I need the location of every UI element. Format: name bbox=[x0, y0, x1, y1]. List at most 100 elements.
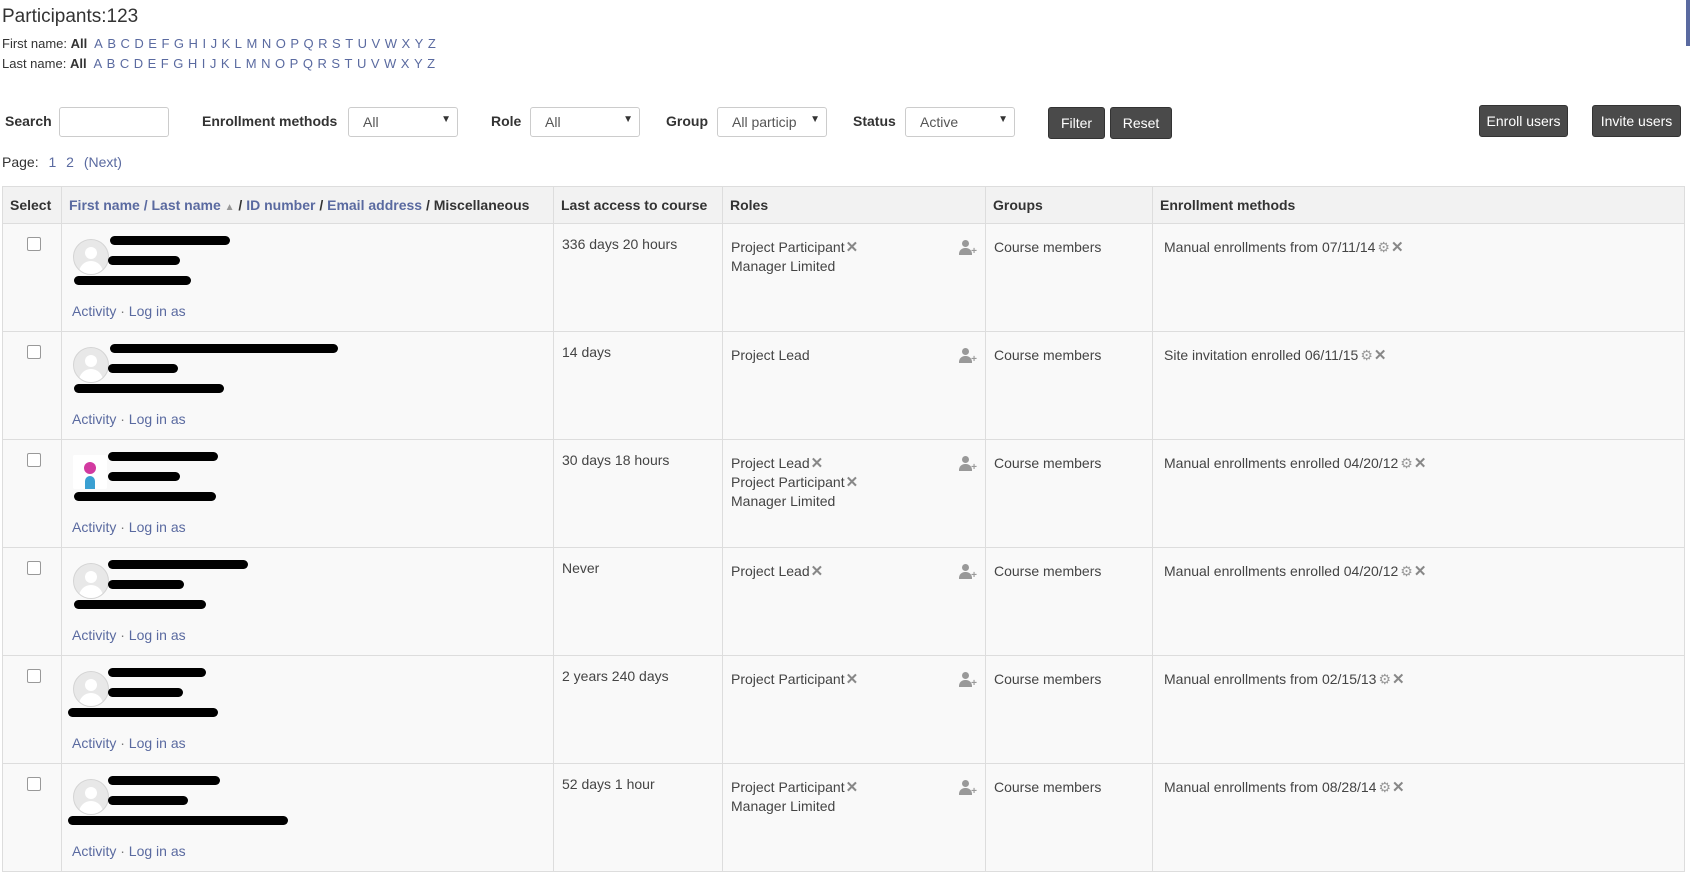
last-name-letter-s[interactable]: S bbox=[331, 56, 340, 71]
first-name-letter-l[interactable]: L bbox=[235, 36, 242, 51]
login-as-link[interactable]: Log in as bbox=[129, 411, 186, 427]
sort-id-number[interactable]: ID number bbox=[246, 197, 315, 213]
status-select[interactable]: Active ▼ bbox=[905, 107, 1015, 137]
filter-button[interactable]: Filter bbox=[1048, 107, 1105, 139]
avatar[interactable] bbox=[73, 347, 109, 383]
first-name-letter-z[interactable]: Z bbox=[428, 36, 436, 51]
assign-role-icon[interactable]: + bbox=[959, 456, 977, 473]
first-name-letter-p[interactable]: P bbox=[290, 36, 299, 51]
first-name-all[interactable]: All bbox=[71, 36, 88, 51]
row-checkbox[interactable] bbox=[27, 777, 41, 791]
assign-role-icon[interactable]: + bbox=[959, 672, 977, 689]
first-name-letter-w[interactable]: W bbox=[385, 36, 397, 51]
last-name-letter-l[interactable]: L bbox=[234, 56, 241, 71]
login-as-link[interactable]: Log in as bbox=[129, 843, 186, 859]
last-name-letter-u[interactable]: U bbox=[357, 56, 366, 71]
login-as-link[interactable]: Log in as bbox=[129, 627, 186, 643]
assign-role-icon[interactable]: + bbox=[959, 348, 977, 365]
remove-role-icon[interactable]: ✕ bbox=[811, 563, 824, 580]
assign-role-icon[interactable]: + bbox=[959, 240, 977, 257]
last-name-letter-z[interactable]: Z bbox=[427, 56, 435, 71]
remove-role-icon[interactable]: ✕ bbox=[846, 239, 859, 256]
sort-email[interactable]: Email address bbox=[327, 197, 422, 213]
first-name-letter-d[interactable]: D bbox=[134, 36, 143, 51]
last-name-letter-p[interactable]: P bbox=[290, 56, 299, 71]
login-as-link[interactable]: Log in as bbox=[129, 303, 186, 319]
last-name-letter-k[interactable]: K bbox=[221, 56, 230, 71]
first-name-letter-s[interactable]: S bbox=[332, 36, 341, 51]
gear-icon[interactable]: ⚙ bbox=[1400, 563, 1413, 579]
first-name-letter-i[interactable]: I bbox=[202, 36, 206, 51]
assign-role-icon[interactable]: + bbox=[959, 564, 977, 581]
remove-enrollment-icon[interactable]: ✕ bbox=[1392, 671, 1405, 688]
last-name-letter-o[interactable]: O bbox=[275, 56, 285, 71]
activity-link[interactable]: Activity bbox=[72, 303, 116, 319]
remove-enrollment-icon[interactable]: ✕ bbox=[1374, 347, 1387, 364]
last-name-all[interactable]: All bbox=[70, 56, 87, 71]
page-2-link[interactable]: 2 bbox=[66, 154, 74, 170]
last-name-letter-d[interactable]: D bbox=[134, 56, 143, 71]
row-checkbox[interactable] bbox=[27, 237, 41, 251]
last-name-letter-n[interactable]: N bbox=[261, 56, 270, 71]
last-name-letter-t[interactable]: T bbox=[345, 56, 353, 71]
gear-icon[interactable]: ⚙ bbox=[1378, 779, 1391, 795]
enrollment-methods-select[interactable]: All ▼ bbox=[348, 107, 458, 137]
activity-link[interactable]: Activity bbox=[72, 843, 116, 859]
activity-link[interactable]: Activity bbox=[72, 735, 116, 751]
first-name-letter-o[interactable]: O bbox=[276, 36, 286, 51]
first-name-letter-k[interactable]: K bbox=[222, 36, 231, 51]
row-checkbox[interactable] bbox=[27, 345, 41, 359]
first-name-letter-r[interactable]: R bbox=[318, 36, 327, 51]
last-name-letter-w[interactable]: W bbox=[384, 56, 396, 71]
first-name-letter-t[interactable]: T bbox=[345, 36, 353, 51]
role-select[interactable]: All ▼ bbox=[530, 107, 640, 137]
login-as-link[interactable]: Log in as bbox=[129, 519, 186, 535]
enroll-users-button[interactable]: Enroll users bbox=[1479, 105, 1568, 137]
login-as-link[interactable]: Log in as bbox=[129, 735, 186, 751]
reset-button[interactable]: Reset bbox=[1110, 107, 1172, 139]
search-input[interactable] bbox=[59, 107, 169, 137]
sort-first-name[interactable]: First name bbox=[69, 197, 140, 213]
row-checkbox[interactable] bbox=[27, 561, 41, 575]
group-select[interactable]: All particip ▼ bbox=[717, 107, 827, 137]
first-name-letter-a[interactable]: A bbox=[94, 36, 103, 51]
scrollbar-thumb[interactable] bbox=[1686, 0, 1690, 46]
avatar[interactable] bbox=[73, 455, 107, 489]
first-name-letter-b[interactable]: B bbox=[107, 36, 116, 51]
last-name-letter-e[interactable]: E bbox=[148, 56, 157, 71]
remove-enrollment-icon[interactable]: ✕ bbox=[1391, 239, 1404, 256]
gear-icon[interactable]: ⚙ bbox=[1378, 671, 1391, 687]
avatar[interactable] bbox=[73, 779, 109, 815]
first-name-letter-q[interactable]: Q bbox=[304, 36, 314, 51]
gear-icon[interactable]: ⚙ bbox=[1377, 239, 1390, 255]
last-name-letter-y[interactable]: Y bbox=[414, 56, 423, 71]
first-name-letter-y[interactable]: Y bbox=[415, 36, 424, 51]
last-name-letter-v[interactable]: V bbox=[371, 56, 380, 71]
last-name-letter-q[interactable]: Q bbox=[303, 56, 313, 71]
first-name-letter-j[interactable]: J bbox=[211, 36, 218, 51]
activity-link[interactable]: Activity bbox=[72, 411, 116, 427]
activity-link[interactable]: Activity bbox=[72, 627, 116, 643]
last-name-letter-x[interactable]: X bbox=[401, 56, 410, 71]
last-name-letter-a[interactable]: A bbox=[93, 56, 102, 71]
first-name-letter-e[interactable]: E bbox=[148, 36, 157, 51]
first-name-letter-v[interactable]: V bbox=[372, 36, 381, 51]
last-name-letter-b[interactable]: B bbox=[107, 56, 116, 71]
first-name-letter-f[interactable]: F bbox=[161, 36, 169, 51]
remove-role-icon[interactable]: ✕ bbox=[846, 474, 859, 491]
remove-enrollment-icon[interactable]: ✕ bbox=[1414, 455, 1427, 472]
remove-role-icon[interactable]: ✕ bbox=[811, 455, 824, 472]
remove-enrollment-icon[interactable]: ✕ bbox=[1414, 563, 1427, 580]
avatar[interactable] bbox=[73, 563, 109, 599]
last-name-letter-j[interactable]: J bbox=[210, 56, 217, 71]
first-name-letter-x[interactable]: X bbox=[401, 36, 410, 51]
row-checkbox[interactable] bbox=[27, 669, 41, 683]
last-name-letter-c[interactable]: C bbox=[120, 56, 129, 71]
row-checkbox[interactable] bbox=[27, 453, 41, 467]
last-name-letter-h[interactable]: H bbox=[188, 56, 197, 71]
remove-enrollment-icon[interactable]: ✕ bbox=[1392, 779, 1405, 796]
last-name-letter-i[interactable]: I bbox=[202, 56, 206, 71]
last-name-letter-g[interactable]: G bbox=[173, 56, 183, 71]
assign-role-icon[interactable]: + bbox=[959, 780, 977, 797]
avatar[interactable] bbox=[73, 239, 109, 275]
